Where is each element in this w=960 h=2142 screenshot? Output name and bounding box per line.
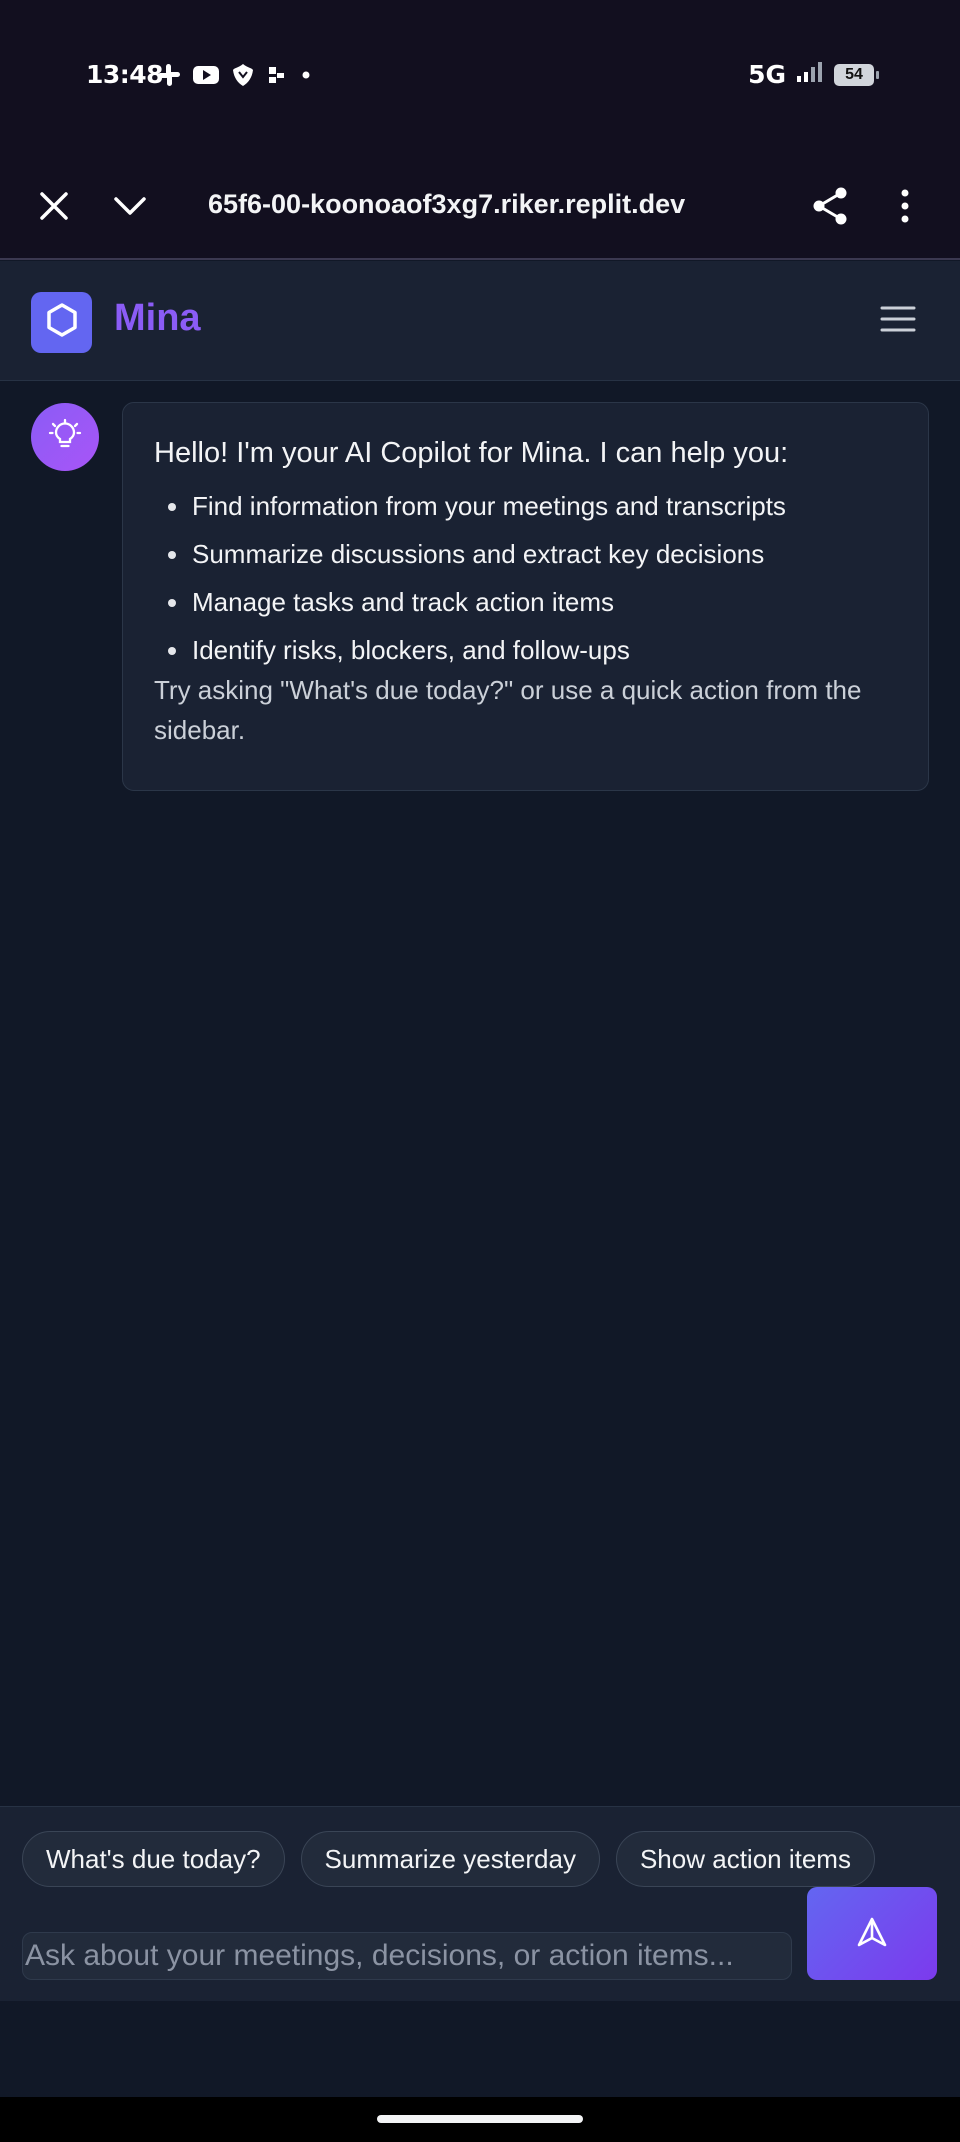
composer: What's due today? Summarize yesterday Sh… [0, 1806, 960, 2001]
capability-list: Find information from your meetings and … [154, 482, 897, 674]
message-intro: Hello! I'm your AI Copilot for Mina. I c… [154, 437, 789, 469]
quick-action-show-action-items[interactable]: Show action items [615, 1831, 875, 1887]
chat-area: Hello! I'm your AI Copilot for Mina. I c… [0, 381, 960, 1806]
battery-icon: 54 [834, 63, 879, 86]
status-time: 13:48 [86, 60, 164, 89]
share-icon [811, 186, 849, 231]
notification-icons [156, 62, 314, 93]
signal-icon [796, 61, 824, 88]
list-item: Identify risks, blockers, and follow-ups [154, 626, 897, 674]
list-item: Summarize discussions and extract key de… [154, 530, 897, 578]
hexagon-icon [45, 302, 79, 343]
app-logo[interactable] [31, 292, 92, 353]
send-button[interactable] [807, 1887, 937, 1980]
menu-button[interactable] [878, 299, 918, 343]
system-nav-bar [0, 2097, 960, 2142]
more-vertical-icon [900, 189, 910, 228]
share-button[interactable] [805, 183, 855, 233]
list-item: Find information from your meetings and … [154, 482, 897, 530]
quick-actions: What's due today? Summarize yesterday Sh… [22, 1831, 875, 1887]
network-label: 5G [748, 60, 786, 89]
send-icon [854, 1914, 890, 1953]
close-icon [39, 191, 69, 226]
hamburger-menu-icon [880, 304, 916, 339]
page-bottom [0, 2001, 960, 2097]
close-tab-button[interactable] [29, 183, 79, 233]
message-outro: Try asking "What's due today?" or use a … [154, 675, 862, 745]
youtube-icon [192, 64, 220, 91]
app-title: Mina [114, 297, 201, 339]
dot-icon [298, 67, 314, 88]
status-bar: 13:48 5G 54 [0, 0, 960, 155]
puzzle-icon [266, 64, 288, 91]
quick-action-summarize-yesterday[interactable]: Summarize yesterday [300, 1831, 600, 1887]
assistant-message: Hello! I'm your AI Copilot for Mina. I c… [122, 402, 929, 791]
browser-toolbar: 65f6-00-koonoaof3xg7.riker.replit.dev [0, 155, 960, 260]
more-options-button[interactable] [880, 183, 930, 233]
bank-icon [230, 62, 256, 93]
slack-icon [156, 62, 182, 93]
quick-action-due-today[interactable]: What's due today? [22, 1831, 285, 1887]
app-header: Mina [0, 261, 960, 381]
lightbulb-icon [48, 418, 82, 457]
chevron-down-icon [113, 195, 147, 222]
url-bar[interactable]: 65f6-00-koonoaof3xg7.riker.replit.dev [208, 189, 708, 220]
collapse-button[interactable] [105, 183, 155, 233]
home-indicator[interactable] [377, 2115, 583, 2123]
list-item: Manage tasks and track action items [154, 578, 897, 626]
assistant-avatar [31, 403, 99, 471]
chat-input[interactable] [22, 1932, 792, 1980]
status-right: 5G 54 [748, 60, 879, 89]
